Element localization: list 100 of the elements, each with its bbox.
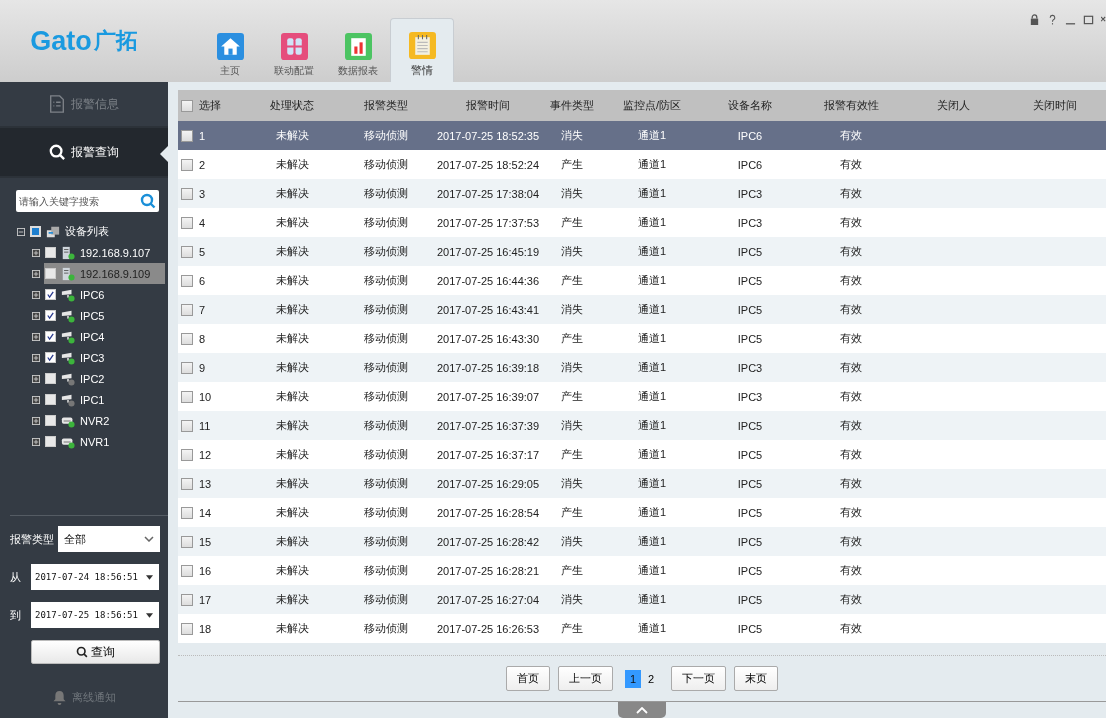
nav-tab[interactable]: 警情 xyxy=(390,18,454,82)
checkbox[interactable] xyxy=(45,289,56,300)
tree-label[interactable]: 设备列表 xyxy=(65,224,109,239)
expand-icon[interactable] xyxy=(32,416,40,425)
close-icon[interactable] xyxy=(1101,14,1106,25)
expand-icon[interactable] xyxy=(32,332,40,341)
row-checkbox[interactable] xyxy=(181,477,193,490)
table-row[interactable]: 5 未解决 移动侦测 2017-07-25 16:45:19 消失 通道1 IPC5 有效 xyxy=(178,237,1106,266)
checkbox[interactable] xyxy=(30,226,41,237)
table-cell: IPC6 xyxy=(737,129,763,142)
expand-icon[interactable] xyxy=(32,248,40,257)
row-checkbox[interactable] xyxy=(181,361,193,374)
table-cell: 移动侦测 xyxy=(364,215,408,230)
page-number[interactable]: 2 xyxy=(643,669,659,688)
next-page-button[interactable]: 下一页 xyxy=(671,666,726,691)
collapse-icon[interactable] xyxy=(17,227,25,236)
checkbox[interactable] xyxy=(45,394,56,405)
help-icon[interactable] xyxy=(1047,14,1058,25)
checkbox[interactable] xyxy=(45,310,56,321)
tree-item[interactable]: IPC5 xyxy=(0,305,165,326)
column-header: 报警时间 xyxy=(466,98,510,113)
checkbox[interactable] xyxy=(45,373,56,384)
first-page-button[interactable]: 首页 xyxy=(506,666,550,691)
tree-item[interactable]: IPC4 xyxy=(0,326,165,347)
checkbox[interactable] xyxy=(45,415,56,426)
row-checkbox[interactable] xyxy=(181,216,193,229)
row-checkbox[interactable] xyxy=(181,245,193,258)
table-row[interactable]: 11 未解决 移动侦测 2017-07-25 16:37:39 消失 通道1 IPC5 有效 xyxy=(178,411,1106,440)
checkbox[interactable] xyxy=(45,247,56,258)
row-checkbox[interactable] xyxy=(181,535,193,548)
house-icon xyxy=(216,33,244,60)
type-dropdown[interactable]: 全部 xyxy=(58,526,160,552)
tree-item[interactable]: 192.168.9.107 xyxy=(0,242,165,263)
tree-item[interactable]: NVR2 xyxy=(0,410,165,431)
tree-item[interactable]: NVR1 xyxy=(0,431,165,452)
expand-icon[interactable] xyxy=(32,311,40,320)
previous-page-button[interactable]: 上一页 xyxy=(558,666,613,691)
expand-icon[interactable] xyxy=(32,290,40,299)
device-group-icon xyxy=(46,224,60,239)
table-cell: 消失 xyxy=(561,186,583,201)
row-checkbox[interactable] xyxy=(181,332,193,345)
table-row[interactable]: 15 未解决 移动侦测 2017-07-25 16:28:42 消失 通道1 IPC5 有效 xyxy=(178,527,1106,556)
row-checkbox[interactable] xyxy=(181,274,193,287)
row-checkbox[interactable] xyxy=(181,187,193,200)
date-field[interactable]: 2017-07-25 18:56:51 xyxy=(31,602,159,628)
date-field[interactable]: 2017-07-24 18:56:51 xyxy=(31,564,159,590)
search-field[interactable]: 请输入关键字搜索 xyxy=(16,190,140,212)
checkbox[interactable] xyxy=(45,268,56,279)
expand-icon[interactable] xyxy=(32,437,40,446)
row-checkbox[interactable] xyxy=(181,448,193,461)
tree-item[interactable]: IPC6 xyxy=(0,284,165,305)
table-cell: IPC3 xyxy=(737,361,763,374)
select-all-checkbox[interactable] xyxy=(181,99,193,112)
table-cell: 有效 xyxy=(840,128,862,143)
sidebar-item[interactable]: 报警查询 xyxy=(0,128,168,178)
checkbox[interactable] xyxy=(45,436,56,447)
checkbox[interactable] xyxy=(45,331,56,342)
table-cell: 通道1 xyxy=(637,621,667,636)
nav-tab[interactable]: 主页 xyxy=(198,18,262,82)
row-checkbox[interactable] xyxy=(181,593,193,606)
table-cell: 移动侦测 xyxy=(364,128,408,143)
tree-item[interactable]: IPC1 xyxy=(0,389,165,410)
table-row[interactable]: 1 未解决 移动侦测 2017-07-25 18:52:35 消失 通道1 IPC6 有效 xyxy=(178,121,1106,150)
table-cell: 2017-07-25 17:37:53 xyxy=(436,216,540,229)
row-checkbox[interactable] xyxy=(181,622,193,635)
nav-tab[interactable]: 联动配置 xyxy=(262,18,326,82)
tree-item[interactable]: IPC3 xyxy=(0,347,165,368)
nav-tab[interactable]: 数据报表 xyxy=(326,18,390,82)
checkbox[interactable] xyxy=(45,352,56,363)
table-row[interactable]: 17 未解决 移动侦测 2017-07-25 16:27:04 消失 通道1 IPC5 有效 xyxy=(178,585,1106,614)
table-row[interactable]: 7 未解决 移动侦测 2017-07-25 16:43:41 消失 通道1 IPC5 有效 xyxy=(178,295,1106,324)
expand-icon[interactable] xyxy=(32,269,40,278)
row-checkbox[interactable] xyxy=(181,129,193,142)
table-row[interactable]: 9 未解决 移动侦测 2017-07-25 16:39:18 消失 通道1 IPC3 有效 xyxy=(178,353,1106,382)
lock-icon[interactable] xyxy=(1029,14,1040,25)
row-checkbox[interactable] xyxy=(181,303,193,316)
search-icon[interactable] xyxy=(140,190,159,212)
row-checkbox[interactable] xyxy=(181,506,193,519)
row-checkbox[interactable] xyxy=(181,158,193,171)
table-row[interactable]: 13 未解决 移动侦测 2017-07-25 16:29:05 消失 通道1 IPC5 有效 xyxy=(178,469,1106,498)
row-checkbox[interactable] xyxy=(181,564,193,577)
collapse-button[interactable] xyxy=(618,702,666,718)
search-icon xyxy=(49,143,65,161)
table-cell: 移动侦测 xyxy=(364,360,408,375)
table-row[interactable]: 3 未解决 移动侦测 2017-07-25 17:38:04 消失 通道1 IPC3 有效 xyxy=(178,179,1106,208)
table-cell: 移动侦测 xyxy=(364,534,408,549)
expand-icon[interactable] xyxy=(32,353,40,362)
table-cell: 有效 xyxy=(840,215,862,230)
row-checkbox[interactable] xyxy=(181,390,193,403)
maximize-icon[interactable] xyxy=(1083,14,1094,25)
table-cell: 移动侦测 xyxy=(364,302,408,317)
expand-icon[interactable] xyxy=(32,395,40,404)
page-number[interactable]: 1 xyxy=(625,669,641,688)
table-cell: IPC5 xyxy=(737,622,763,635)
expand-icon[interactable] xyxy=(32,374,40,383)
row-checkbox[interactable] xyxy=(181,419,193,432)
query-button[interactable]: 查询 xyxy=(31,640,160,664)
table-cell: 2017-07-25 17:38:04 xyxy=(436,187,540,200)
tree-item[interactable]: IPC2 xyxy=(0,368,165,389)
last-page-button[interactable]: 末页 xyxy=(734,666,778,691)
